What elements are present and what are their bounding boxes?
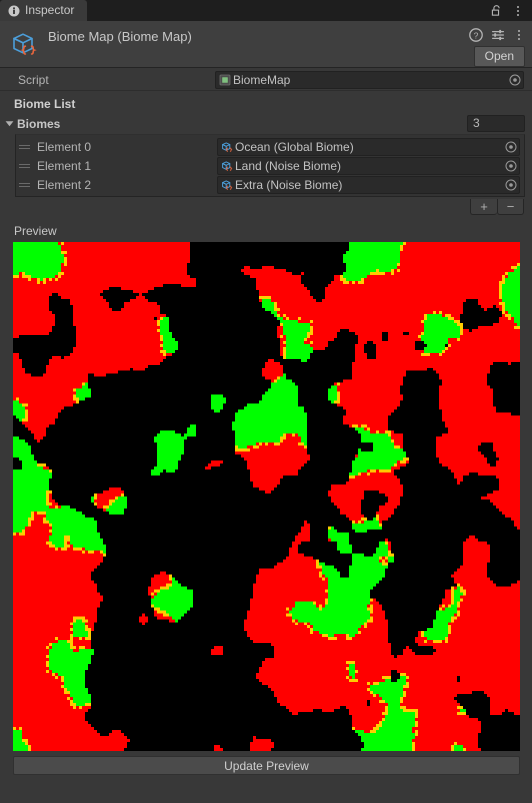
open-button[interactable]: Open (473, 46, 525, 67)
inspector-tabstrip: Inspector (0, 0, 532, 21)
object-picker-icon[interactable] (503, 139, 519, 155)
object-header-controls: ? (469, 28, 525, 42)
script-field-label: Script (18, 73, 49, 87)
biome-preview-canvas (13, 242, 520, 751)
info-icon (8, 5, 20, 16)
drag-handle-icon[interactable] (19, 141, 32, 153)
biome-object-field[interactable]: Land (Noise Biome) (217, 156, 520, 175)
object-header: Biome Map (Biome Map) ? Open (0, 21, 532, 68)
object-picker-icon[interactable] (507, 72, 523, 88)
biome-object-field[interactable]: Extra (Noise Biome) (217, 175, 520, 194)
script-field[interactable]: BiomeMap (215, 71, 524, 89)
object-picker-icon[interactable] (503, 158, 519, 174)
inspector-window: Inspector Biome Map (Biome Map) ? Open S… (0, 0, 532, 803)
object-menu-icon[interactable] (513, 29, 525, 42)
chevron-down-icon[interactable] (3, 117, 16, 130)
tab-inspector-label: Inspector (25, 3, 75, 17)
biomes-array-header: Biomes 3 (0, 114, 532, 133)
biome-object-value: Ocean (Global Biome) (235, 139, 354, 154)
inspector-menu-icon[interactable] (512, 4, 524, 17)
update-preview-button[interactable]: Update Preview (13, 756, 520, 775)
biome-object-field[interactable]: Ocean (Global Biome) (217, 137, 520, 156)
object-picker-icon[interactable] (503, 177, 519, 193)
biome-object-value: Land (Noise Biome) (235, 158, 342, 173)
drag-handle-icon[interactable] (19, 179, 32, 191)
biome-preview-image (13, 242, 520, 751)
scriptable-object-asset-icon (222, 160, 233, 171)
add-element-button[interactable]: + (470, 199, 497, 215)
list-item-label: Element 2 (37, 177, 92, 192)
list-item[interactable]: Element 2 Extra (Noise Biome) (16, 175, 524, 194)
list-item[interactable]: Element 0 Ocean (Global Biome) (16, 137, 524, 156)
preset-settings-icon[interactable] (491, 28, 505, 42)
script-field-value: BiomeMap (233, 73, 291, 87)
page-title: Biome Map (Biome Map) (48, 29, 192, 44)
biome-object-value: Extra (Noise Biome) (235, 177, 343, 192)
biomes-array-size-input[interactable]: 3 (467, 115, 525, 132)
scriptable-object-asset-icon (222, 141, 233, 152)
biomes-array-list: Element 0 Ocean (Global Biome) Element 1… (15, 134, 525, 197)
array-add-remove-buttons: + − (0, 197, 532, 215)
help-icon[interactable]: ? (469, 28, 483, 42)
scriptable-object-icon (13, 33, 37, 55)
remove-element-button[interactable]: − (497, 199, 524, 215)
list-item-label: Element 1 (37, 158, 92, 173)
script-asset-icon (219, 74, 231, 86)
list-item[interactable]: Element 1 Land (Noise Biome) (16, 156, 524, 175)
inspector-body: Script BiomeMap Biome List Biomes 3 Elem… (0, 68, 532, 775)
svg-text:?: ? (474, 30, 479, 40)
script-field-row: Script BiomeMap (0, 68, 532, 90)
scriptable-object-asset-icon (222, 179, 233, 190)
biomes-array-label: Biomes (17, 116, 61, 131)
biome-list-title: Biome List (14, 97, 76, 111)
lock-open-icon[interactable] (490, 4, 503, 17)
list-item-label: Element 0 (37, 139, 92, 154)
drag-handle-icon[interactable] (19, 160, 32, 172)
preview-label: Preview (14, 224, 57, 238)
tab-inspector[interactable]: Inspector (0, 0, 88, 21)
tabstrip-controls (490, 0, 532, 21)
